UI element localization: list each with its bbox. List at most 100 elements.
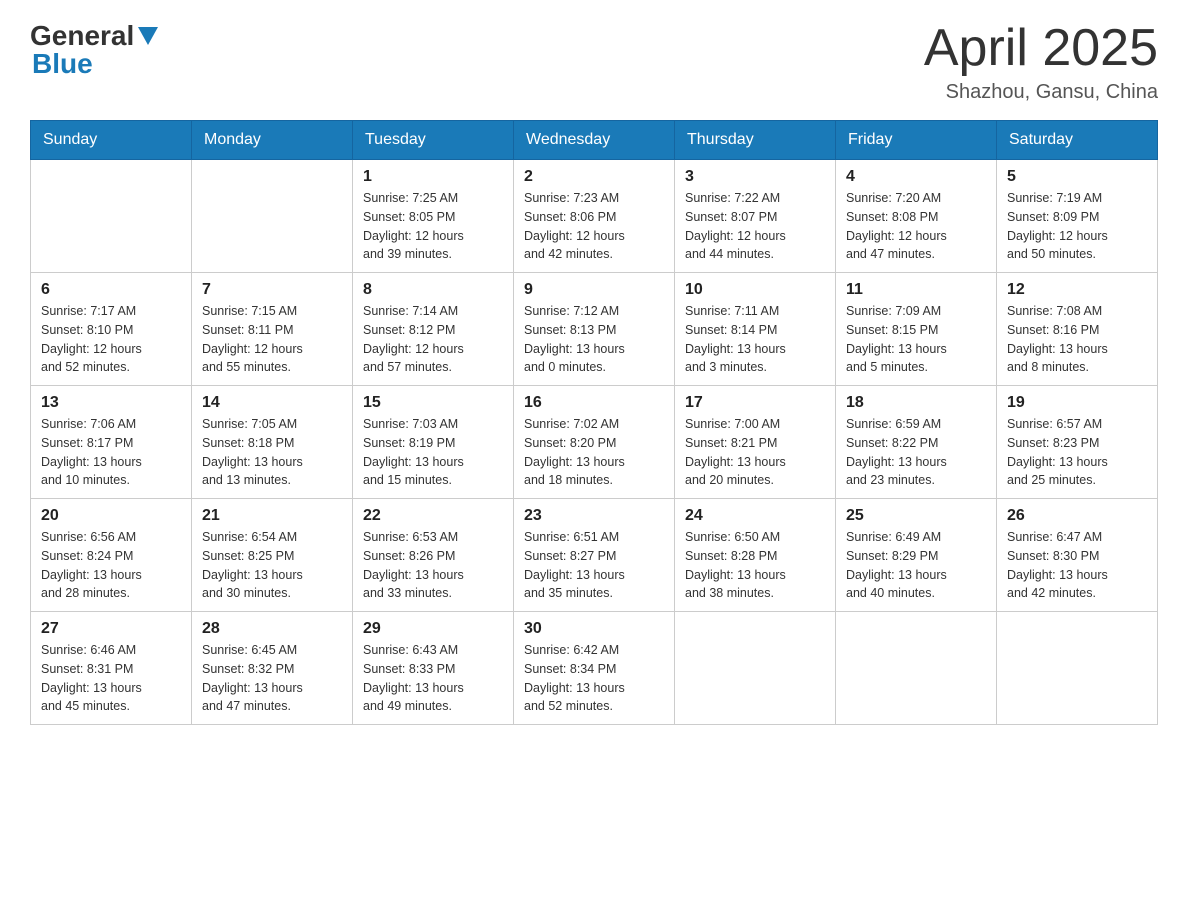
month-year-title: April 2025 — [924, 20, 1158, 77]
day-info: Sunrise: 6:53 AMSunset: 8:26 PMDaylight:… — [363, 528, 503, 603]
day-info: Sunrise: 6:54 AMSunset: 8:25 PMDaylight:… — [202, 528, 342, 603]
calendar-cell: 4 Sunrise: 7:20 AMSunset: 8:08 PMDaylight… — [836, 160, 997, 273]
day-info: Sunrise: 7:15 AMSunset: 8:11 PMDaylight:… — [202, 302, 342, 377]
day-info: Sunrise: 7:20 AMSunset: 8:08 PMDaylight:… — [846, 189, 986, 264]
day-info: Sunrise: 6:46 AMSunset: 8:31 PMDaylight:… — [41, 641, 181, 716]
day-info: Sunrise: 7:14 AMSunset: 8:12 PMDaylight:… — [363, 302, 503, 377]
calendar-cell: 24Sunrise: 6:50 AMSunset: 8:28 PMDayligh… — [675, 499, 836, 612]
calendar-cell: 13 Sunrise: 7:06 AMSunset: 8:17 PMDayligh… — [31, 386, 192, 499]
day-info: Sunrise: 6:56 AMSunset: 8:24 PMDaylight:… — [41, 528, 181, 603]
calendar-cell: 5 Sunrise: 7:19 AMSunset: 8:09 PMDaylight… — [997, 160, 1158, 273]
calendar-cell: 11 Sunrise: 7:09 AMSunset: 8:15 PMDayligh… — [836, 273, 997, 386]
calendar-cell: 6Sunrise: 7:17 AMSunset: 8:10 PMDaylight… — [31, 273, 192, 386]
day-info: Sunrise: 6:51 AMSunset: 8:27 PMDaylight:… — [524, 528, 664, 603]
page-header: General Blue April 2025 Shazhou, Gansu, … — [30, 20, 1158, 104]
day-number: 28 — [202, 620, 342, 638]
calendar-cell: 23 Sunrise: 6:51 AMSunset: 8:27 PMDayligh… — [514, 499, 675, 612]
day-number: 29 — [363, 620, 503, 638]
day-number: 3 — [685, 168, 825, 186]
calendar-table: SundayMondayTuesdayWednesdayThursdayFrid… — [30, 120, 1158, 725]
day-number: 17 — [685, 394, 825, 412]
calendar-cell: 30Sunrise: 6:42 AMSunset: 8:34 PMDayligh… — [514, 612, 675, 725]
day-number: 11 — [846, 281, 986, 299]
day-number: 7 — [202, 281, 342, 299]
day-info: Sunrise: 6:57 AMSunset: 8:23 PMDaylight:… — [1007, 415, 1147, 490]
day-info: Sunrise: 7:03 AMSunset: 8:19 PMDaylight:… — [363, 415, 503, 490]
calendar-cell: 21 Sunrise: 6:54 AMSunset: 8:25 PMDayligh… — [192, 499, 353, 612]
day-header-wednesday: Wednesday — [514, 121, 675, 160]
calendar-cell: 19 Sunrise: 6:57 AMSunset: 8:23 PMDayligh… — [997, 386, 1158, 499]
day-number: 14 — [202, 394, 342, 412]
day-number: 19 — [1007, 394, 1147, 412]
day-info: Sunrise: 6:45 AMSunset: 8:32 PMDaylight:… — [202, 641, 342, 716]
day-number: 5 — [1007, 168, 1147, 186]
week-row-4: 20 Sunrise: 6:56 AMSunset: 8:24 PMDayligh… — [31, 499, 1158, 612]
day-number: 4 — [846, 168, 986, 186]
calendar-cell: 15 Sunrise: 7:03 AMSunset: 8:19 PMDayligh… — [353, 386, 514, 499]
day-info: Sunrise: 7:11 AMSunset: 8:14 PMDaylight:… — [685, 302, 825, 377]
day-info: Sunrise: 7:22 AMSunset: 8:07 PMDaylight:… — [685, 189, 825, 264]
location-subtitle: Shazhou, Gansu, China — [924, 81, 1158, 104]
calendar-cell: 26Sunrise: 6:47 AMSunset: 8:30 PMDayligh… — [997, 499, 1158, 612]
week-row-5: 27 Sunrise: 6:46 AMSunset: 8:31 PMDayligh… — [31, 612, 1158, 725]
day-number: 25 — [846, 507, 986, 525]
day-info: Sunrise: 7:06 AMSunset: 8:17 PMDaylight:… — [41, 415, 181, 490]
calendar-cell: 3 Sunrise: 7:22 AMSunset: 8:07 PMDaylight… — [675, 160, 836, 273]
day-number: 15 — [363, 394, 503, 412]
day-number: 27 — [41, 620, 181, 638]
day-info: Sunrise: 7:12 AMSunset: 8:13 PMDaylight:… — [524, 302, 664, 377]
logo-blue-text: Blue — [32, 48, 93, 79]
day-number: 21 — [202, 507, 342, 525]
day-number: 20 — [41, 507, 181, 525]
calendar-cell: 25 Sunrise: 6:49 AMSunset: 8:29 PMDayligh… — [836, 499, 997, 612]
day-info: Sunrise: 7:17 AMSunset: 8:10 PMDaylight:… — [41, 302, 181, 377]
calendar-cell: 10 Sunrise: 7:11 AMSunset: 8:14 PMDayligh… — [675, 273, 836, 386]
week-row-2: 6Sunrise: 7:17 AMSunset: 8:10 PMDaylight… — [31, 273, 1158, 386]
day-header-monday: Monday — [192, 121, 353, 160]
day-number: 9 — [524, 281, 664, 299]
day-number: 10 — [685, 281, 825, 299]
calendar-cell: 17 Sunrise: 7:00 AMSunset: 8:21 PMDayligh… — [675, 386, 836, 499]
day-number: 16 — [524, 394, 664, 412]
calendar-cell: 1Sunrise: 7:25 AMSunset: 8:05 PMDaylight… — [353, 160, 514, 273]
day-header-friday: Friday — [836, 121, 997, 160]
calendar-cell: 2 Sunrise: 7:23 AMSunset: 8:06 PMDaylight… — [514, 160, 675, 273]
day-header-sunday: Sunday — [31, 121, 192, 160]
calendar-cell: 7 Sunrise: 7:15 AMSunset: 8:11 PMDaylight… — [192, 273, 353, 386]
day-number: 30 — [524, 620, 664, 638]
day-info: Sunrise: 6:43 AMSunset: 8:33 PMDaylight:… — [363, 641, 503, 716]
day-number: 12 — [1007, 281, 1147, 299]
calendar-cell: 22 Sunrise: 6:53 AMSunset: 8:26 PMDayligh… — [353, 499, 514, 612]
day-info: Sunrise: 7:00 AMSunset: 8:21 PMDaylight:… — [685, 415, 825, 490]
day-number: 13 — [41, 394, 181, 412]
day-info: Sunrise: 6:47 AMSunset: 8:30 PMDaylight:… — [1007, 528, 1147, 603]
day-info: Sunrise: 7:02 AMSunset: 8:20 PMDaylight:… — [524, 415, 664, 490]
day-info: Sunrise: 7:23 AMSunset: 8:06 PMDaylight:… — [524, 189, 664, 264]
day-info: Sunrise: 7:19 AMSunset: 8:09 PMDaylight:… — [1007, 189, 1147, 264]
calendar-header-row: SundayMondayTuesdayWednesdayThursdayFrid… — [31, 121, 1158, 160]
day-info: Sunrise: 7:08 AMSunset: 8:16 PMDaylight:… — [1007, 302, 1147, 377]
calendar-cell — [192, 160, 353, 273]
day-info: Sunrise: 6:49 AMSunset: 8:29 PMDaylight:… — [846, 528, 986, 603]
logo-arrow-icon — [138, 27, 158, 47]
logo: General Blue — [30, 20, 158, 80]
calendar-cell: 18 Sunrise: 6:59 AMSunset: 8:22 PMDayligh… — [836, 386, 997, 499]
day-number: 18 — [846, 394, 986, 412]
calendar-cell: 27 Sunrise: 6:46 AMSunset: 8:31 PMDayligh… — [31, 612, 192, 725]
week-row-3: 13 Sunrise: 7:06 AMSunset: 8:17 PMDayligh… — [31, 386, 1158, 499]
day-number: 2 — [524, 168, 664, 186]
day-info: Sunrise: 7:09 AMSunset: 8:15 PMDaylight:… — [846, 302, 986, 377]
day-number: 23 — [524, 507, 664, 525]
calendar-cell — [31, 160, 192, 273]
calendar-cell — [675, 612, 836, 725]
day-info: Sunrise: 7:05 AMSunset: 8:18 PMDaylight:… — [202, 415, 342, 490]
day-header-thursday: Thursday — [675, 121, 836, 160]
day-info: Sunrise: 6:59 AMSunset: 8:22 PMDaylight:… — [846, 415, 986, 490]
day-info: Sunrise: 7:25 AMSunset: 8:05 PMDaylight:… — [363, 189, 503, 264]
day-number: 22 — [363, 507, 503, 525]
calendar-cell: 9 Sunrise: 7:12 AMSunset: 8:13 PMDaylight… — [514, 273, 675, 386]
calendar-cell: 29 Sunrise: 6:43 AMSunset: 8:33 PMDayligh… — [353, 612, 514, 725]
calendar-cell: 20 Sunrise: 6:56 AMSunset: 8:24 PMDayligh… — [31, 499, 192, 612]
calendar-cell — [836, 612, 997, 725]
day-header-tuesday: Tuesday — [353, 121, 514, 160]
